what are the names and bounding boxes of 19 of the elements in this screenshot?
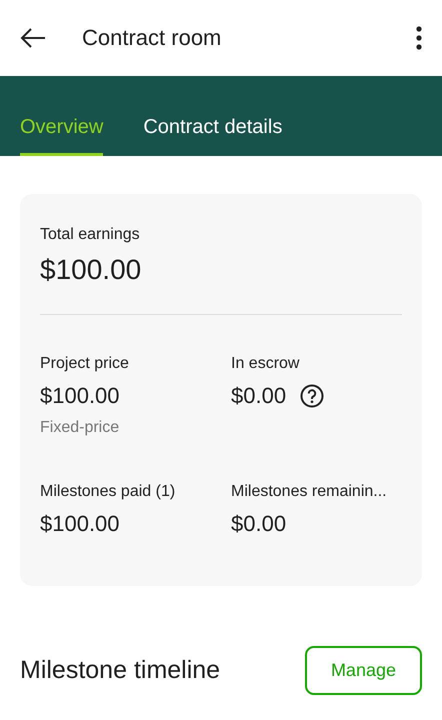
stat-label: Milestones remainin...: [231, 483, 388, 501]
back-arrow-icon[interactable]: [20, 28, 46, 48]
stat-label: Total earnings: [40, 226, 141, 244]
stat-label: Milestones paid (1): [40, 483, 176, 501]
page-title: Contract room: [82, 25, 222, 51]
stat-label: In escrow: [231, 355, 300, 373]
manage-button[interactable]: Manage: [304, 646, 422, 695]
tab[interactable]: Contract details: [143, 116, 282, 156]
stat-value: $0.00: [231, 383, 286, 409]
stat-value: $100.00: [40, 254, 142, 286]
stat-label: Project price: [40, 355, 130, 373]
more-menu-icon[interactable]: [416, 26, 422, 50]
stat-value: $100.00: [40, 383, 120, 409]
stat-note: Fixed-price: [40, 419, 120, 437]
stat-value: $100.00: [40, 511, 120, 537]
tab[interactable]: Overview: [20, 116, 104, 156]
help-icon[interactable]: [300, 384, 324, 408]
stat-value: $0.00: [231, 511, 286, 537]
section-heading: Milestone timeline: [20, 656, 220, 685]
